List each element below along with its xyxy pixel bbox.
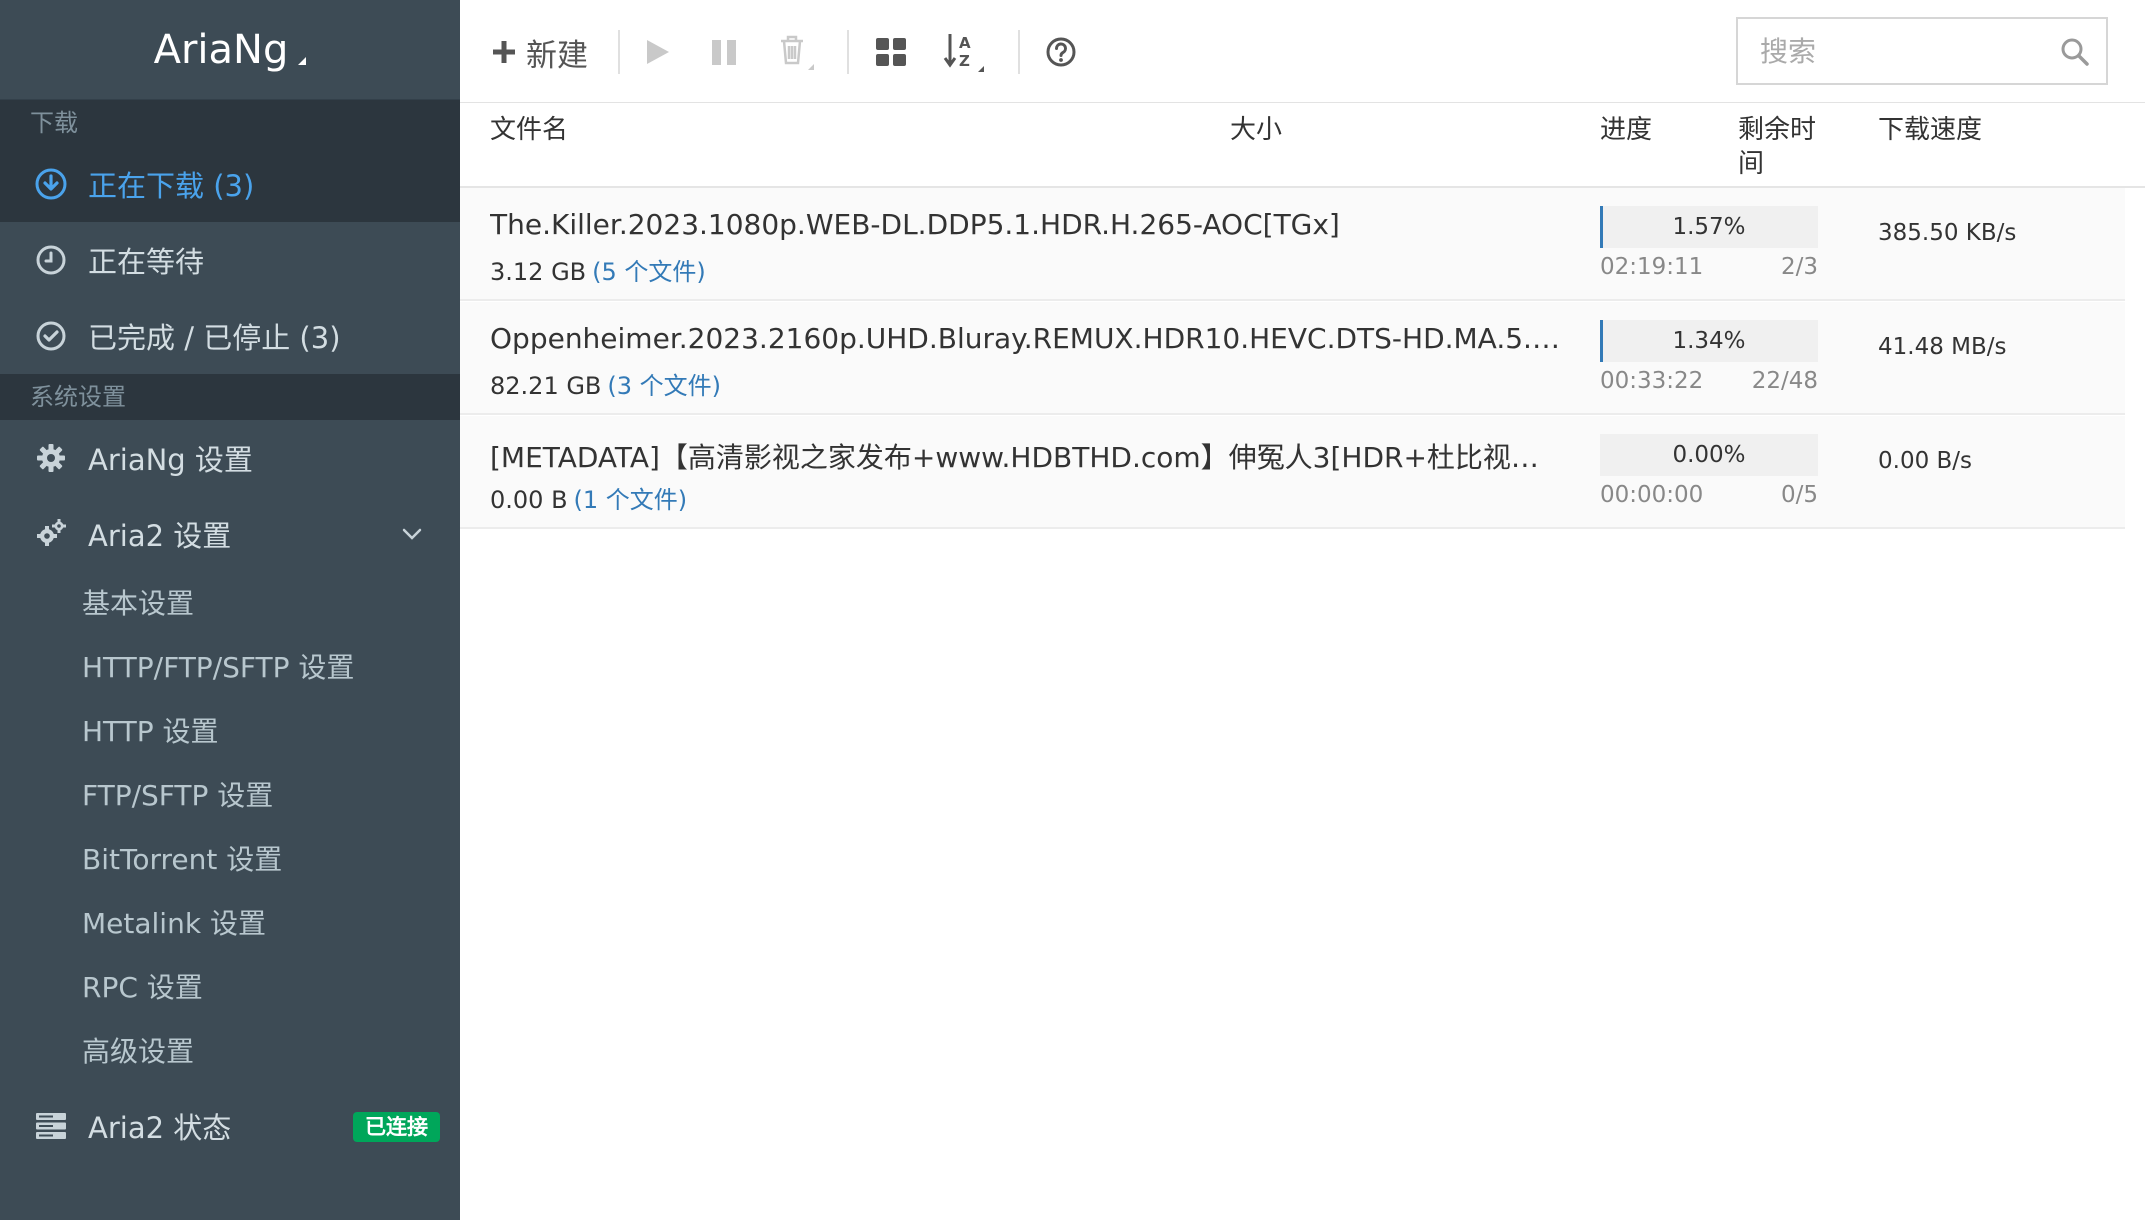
task-download-speed: 385.50 KB/s	[1878, 220, 2017, 246]
help-button[interactable]	[1045, 28, 1077, 76]
sidebar-subitem-metalink[interactable]: Metalink 设置	[0, 892, 460, 956]
clock-icon	[34, 243, 68, 277]
sidebar: AriaNg 下载 正在下载 (3) 正在等待 已完成 / 已停止 (3) 系统…	[0, 0, 460, 1220]
check-circle-icon	[34, 319, 68, 353]
progress-bar: 1.34%	[1600, 320, 1818, 362]
column-header-progress[interactable]: 进度	[1600, 113, 1652, 147]
task-size-value: 82.21 GB	[490, 372, 602, 400]
task-name: [METADATA]【高清影视之家发布+www.HDBTHD.com】伸冤人3[…	[490, 441, 1560, 474]
gear-icon	[34, 441, 68, 475]
task-name: The.Killer.2023.1080p.WEB-DL.DDP5.1.HDR.…	[490, 208, 1340, 241]
toolbar-separator	[1018, 30, 1020, 74]
brand-title: AriaNg	[153, 26, 289, 73]
sidebar-item-label: 正在等待	[88, 245, 205, 279]
sidebar-item-label: Aria2 状态	[88, 1111, 232, 1145]
progress-percent: 1.57%	[1672, 214, 1746, 240]
sidebar-subitem-ftp-sftp[interactable]: FTP/SFTP 设置	[0, 764, 460, 828]
table-row[interactable]: [METADATA]【高清影视之家发布+www.HDBTHD.com】伸冤人3[…	[460, 416, 2125, 529]
gears-icon	[34, 517, 68, 551]
sidebar-subitem-bittorrent[interactable]: BitTorrent 设置	[0, 828, 460, 892]
start-button[interactable]	[642, 28, 672, 76]
search-input[interactable]	[1738, 34, 2038, 68]
task-name: Oppenheimer.2023.2160p.UHD.Bluray.REMUX.…	[490, 322, 1560, 355]
progress-bar: 0.00%	[1600, 434, 1818, 476]
task-files-link[interactable]: (3 个文件)	[607, 372, 721, 400]
sidebar-item-label: 正在下载 (3)	[88, 169, 255, 203]
section-header-settings: 系统设置	[0, 374, 460, 420]
svg-text:Z: Z	[959, 52, 970, 70]
task-download-speed: 0.00 B/s	[1878, 448, 1973, 474]
sidebar-item-label: 已完成 / 已停止 (3)	[88, 321, 341, 355]
help-icon	[1046, 37, 1076, 67]
task-remaining-time: 02:19:11	[1600, 254, 1704, 280]
sidebar-subitem-rpc[interactable]: RPC 设置	[0, 956, 460, 1020]
task-download-speed: 41.48 MB/s	[1878, 334, 2007, 360]
plus-icon	[493, 41, 515, 63]
sidebar-subitem-basic[interactable]: 基本设置	[0, 572, 460, 636]
new-task-label: 新建	[526, 37, 588, 74]
brand-dropdown-caret-icon	[298, 56, 307, 65]
search-icon[interactable]	[2060, 37, 2090, 67]
sidebar-item-stopped[interactable]: 已完成 / 已停止 (3)	[0, 298, 460, 374]
column-header-speed[interactable]: 下载速度	[1878, 113, 1982, 147]
progress-percent: 0.00%	[1672, 442, 1746, 468]
search-box[interactable]	[1736, 17, 2108, 85]
sidebar-item-aria2-status[interactable]: Aria2 状态 已连接	[0, 1088, 460, 1164]
sidebar-item-waiting[interactable]: 正在等待	[0, 222, 460, 298]
progress-percent: 1.34%	[1672, 328, 1746, 354]
task-connections: 22/48	[1751, 368, 1818, 394]
svg-text:A: A	[959, 34, 971, 52]
pause-button[interactable]	[709, 28, 739, 76]
task-connections: 2/3	[1780, 254, 1818, 280]
sidebar-item-label: AriaNg 设置	[88, 443, 253, 477]
toolbar-separator	[618, 30, 620, 74]
task-remaining-time: 00:00:00	[1600, 482, 1704, 508]
task-size: 82.21 GB (3 个文件)	[490, 366, 721, 401]
sidebar-subitem-http[interactable]: HTTP 设置	[0, 700, 460, 764]
sidebar-item-label: Aria2 设置	[88, 519, 232, 553]
sidebar-item-aria2-settings[interactable]: Aria2 设置	[0, 496, 460, 572]
pause-icon	[712, 40, 736, 65]
task-size-value: 0.00 B	[490, 486, 568, 514]
sidebar-item-downloading[interactable]: 正在下载 (3)	[0, 146, 460, 222]
trash-icon	[781, 35, 814, 70]
new-task-button[interactable]: 新建	[490, 28, 588, 76]
display-mode-button[interactable]	[874, 28, 908, 76]
column-header-size[interactable]: 大小	[1230, 113, 1282, 147]
sidebar-item-ariang-settings[interactable]: AriaNg 设置	[0, 420, 460, 496]
task-size: 3.12 GB (5 个文件)	[490, 252, 706, 287]
table-row[interactable]: The.Killer.2023.1080p.WEB-DL.DDP5.1.HDR.…	[460, 188, 2125, 301]
main-content: 新建 AZ 文件名 大小 进度 剩余时 间 下载速度	[460, 0, 2145, 1220]
grid-icon	[876, 38, 906, 66]
column-header-name[interactable]: 文件名	[490, 113, 568, 147]
connection-status-badge: 已连接	[353, 1112, 440, 1142]
task-remaining-time: 00:33:22	[1600, 368, 1704, 394]
toolbar: 新建 AZ	[460, 0, 2145, 103]
table-header: 文件名 大小 进度 剩余时 间 下载速度	[460, 103, 2145, 188]
sort-icon: AZ	[943, 34, 984, 72]
section-header-download: 下载	[0, 100, 460, 146]
chevron-down-icon	[402, 528, 422, 540]
toolbar-separator	[847, 30, 849, 74]
task-files-link[interactable]: (5 个文件)	[592, 258, 706, 286]
column-header-remaining[interactable]: 剩余时 间	[1738, 113, 1816, 181]
task-size-value: 3.12 GB	[490, 258, 587, 286]
table-row[interactable]: Oppenheimer.2023.2160p.UHD.Bluray.REMUX.…	[460, 302, 2125, 415]
task-files-link[interactable]: (1 个文件)	[574, 486, 688, 514]
task-connections: 0/5	[1780, 482, 1818, 508]
download-circle-icon	[34, 167, 68, 201]
progress-bar: 1.57%	[1600, 206, 1818, 248]
sidebar-subitem-http-ftp-sftp[interactable]: HTTP/FTP/SFTP 设置	[0, 636, 460, 700]
sort-button[interactable]: AZ	[942, 28, 986, 76]
brand-header[interactable]: AriaNg	[0, 0, 460, 100]
play-icon	[647, 40, 669, 64]
sidebar-subitem-advanced[interactable]: 高级设置	[0, 1020, 460, 1084]
delete-button[interactable]	[776, 28, 816, 76]
task-size: 0.00 B (1 个文件)	[490, 480, 687, 515]
server-icon	[34, 1109, 68, 1143]
